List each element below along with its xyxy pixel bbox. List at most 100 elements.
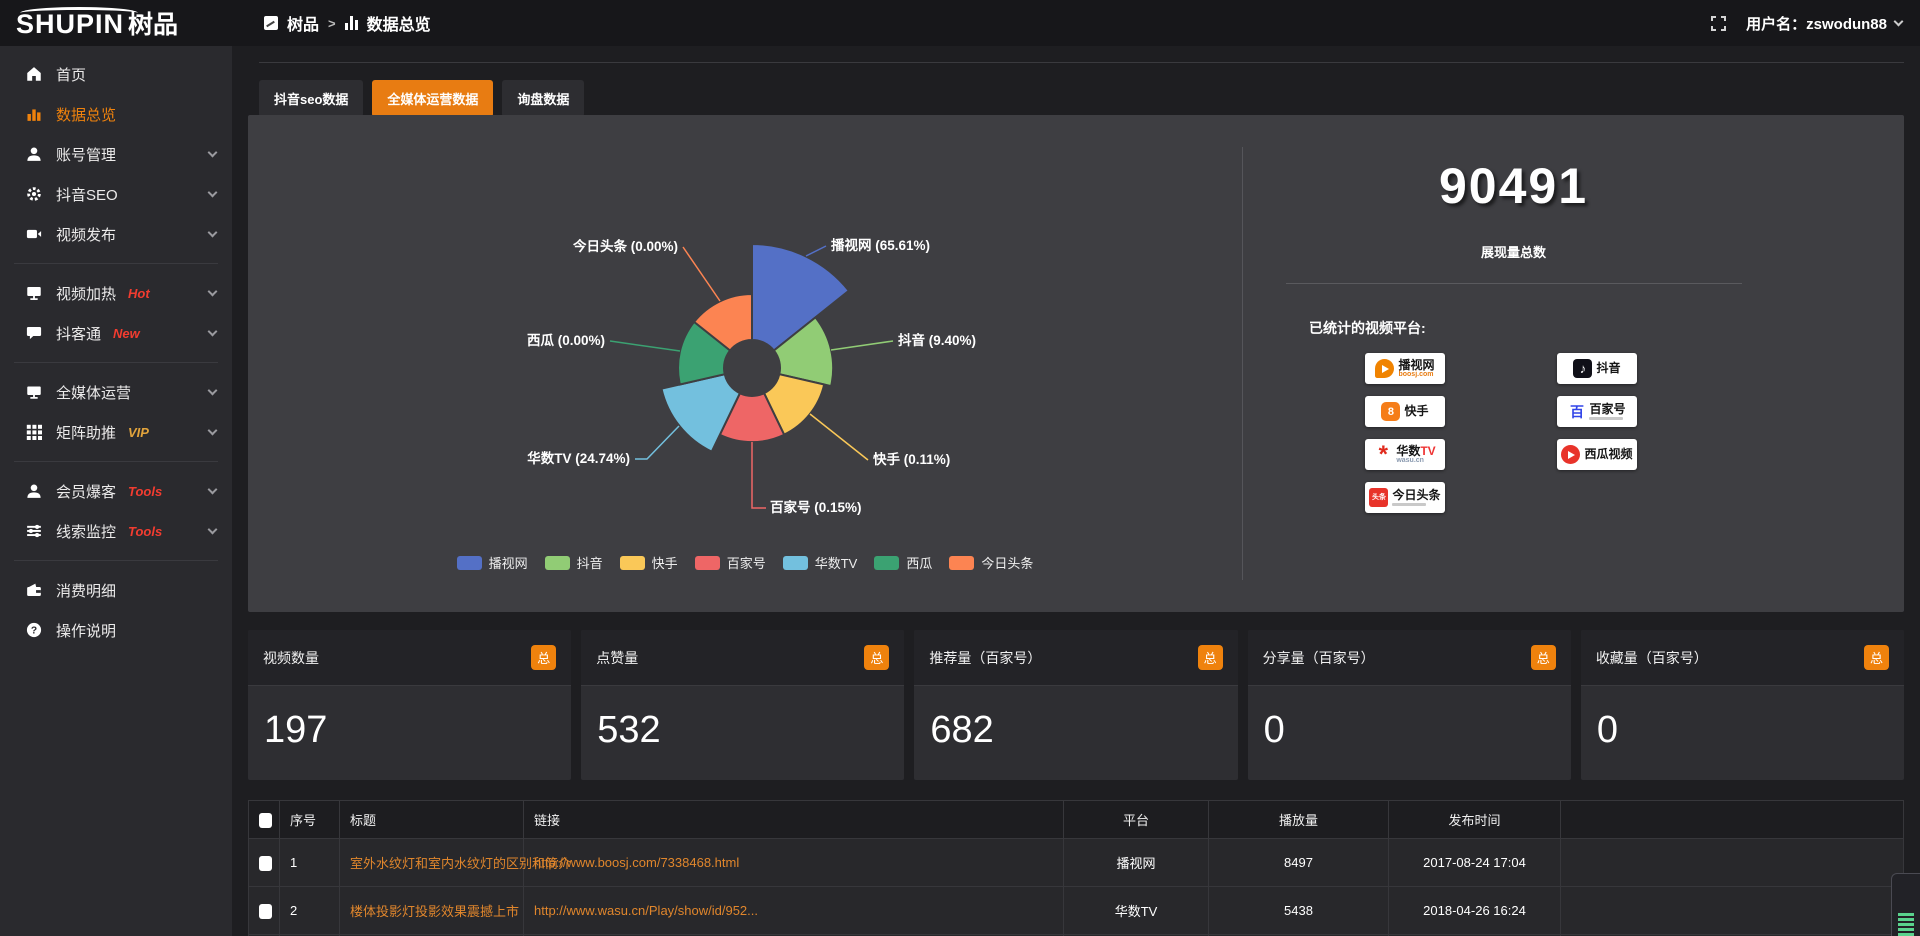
sidebar-item-label: 视频加热 (56, 283, 116, 304)
pie-label-line (831, 341, 893, 350)
platforms-block: 已统计的视频平台: 播视网boosj.com8快手*华数TVwasu.cn头条今… (1309, 318, 1784, 513)
video-table-wrap: 序号标题链接平台播放量发布时间 1室外水纹灯和室内水纹灯的区别和简介http:/… (248, 800, 1904, 936)
sidebar-item-7[interactable]: 抖客通New (0, 313, 232, 353)
tab-1[interactable]: 抖音seo数据 (259, 80, 363, 117)
stat-card-title: 分享量（百家号） (1263, 648, 1375, 668)
platform-badge-douyin: ♪ 抖音 (1557, 353, 1637, 384)
legend-label: 今日头条 (981, 553, 1033, 572)
sidebar-item-1[interactable]: 首页 (0, 54, 232, 94)
sidebar-item-11[interactable]: 线索监控Tools (0, 511, 232, 551)
baijiahao-logo-icon: 百 (1568, 402, 1585, 421)
row-checkbox[interactable] (259, 813, 272, 828)
total-badge: 总 (531, 645, 556, 670)
video-title-link[interactable]: 楼体投影灯投影效果震撼上市 (350, 904, 519, 919)
chevron-down-icon (208, 485, 218, 495)
pie-slice-5[interactable] (662, 374, 740, 452)
platform-subtext: boosj.com (1398, 371, 1434, 378)
screen-icon (26, 285, 42, 301)
logo-arc (20, 7, 138, 19)
breadcrumb-root[interactable]: 树品 (287, 11, 319, 35)
sidebar-badge: VIP (128, 425, 149, 440)
row-checkbox[interactable] (259, 856, 272, 871)
douyin-logo-icon: ♪ (1573, 359, 1592, 378)
sidebar-item-label: 线索监控 (56, 521, 116, 542)
platform-name: 播视网boosj.com (1398, 359, 1434, 379)
sidebar-item-12[interactable]: 消费明细 (0, 570, 232, 610)
legend-item-6[interactable]: 西瓜 (874, 553, 932, 572)
stat-card-5: 收藏量（百家号）总0 (1581, 630, 1904, 780)
sidebar-item-10[interactable]: 会员爆客 Tools (0, 471, 232, 511)
stat-card-value: 682 (914, 686, 1237, 752)
legend-marker (545, 556, 570, 570)
legend-marker (695, 556, 720, 570)
video-url-link[interactable]: http://www.wasu.cn/Play/show/id/952... (534, 903, 758, 918)
platform-subline (1589, 417, 1623, 420)
user-menu[interactable]: 用户名：zswodun88 (1746, 13, 1902, 34)
legend-item-4[interactable]: 百家号 (695, 553, 766, 572)
sidebar-item-4[interactable]: 抖音SEO (0, 174, 232, 214)
sidebar-item-3[interactable]: 账号管理 (0, 134, 232, 174)
filter-icon (26, 523, 42, 539)
platform-badge-toutiao: 头条今日头条 (1365, 482, 1445, 513)
sidebar-item-2[interactable]: 数据总览 (0, 94, 232, 134)
sidebar-badge: Tools (128, 484, 162, 499)
legend-item-3[interactable]: 快手 (620, 553, 678, 572)
pie-label: 今日头条 (0.00%) (573, 238, 678, 254)
sidebar-item-5[interactable]: 视频发布 (0, 214, 232, 254)
legend-item-1[interactable]: 播视网 (457, 553, 528, 572)
column-header: 平台 (1123, 813, 1149, 828)
tab-2[interactable]: 全媒体运营数据 (372, 80, 493, 117)
sidebar-item-8[interactable]: 全媒体运营 (0, 372, 232, 412)
sidebar-item-label: 操作说明 (56, 620, 116, 641)
chat-icon (26, 325, 42, 341)
stat-card-4: 分享量（百家号）总0 (1248, 630, 1571, 780)
chevron-down-icon (208, 525, 218, 535)
pie-label-line (683, 247, 720, 301)
sidebar-item-label: 抖客通 (56, 323, 101, 344)
legend-marker (620, 556, 645, 570)
stat-card-value: 532 (581, 686, 904, 752)
stat-card-title: 推荐量（百家号） (929, 648, 1041, 668)
cell-time: 2017-08-24 17:04 (1389, 839, 1561, 887)
table-row: 1室外水纹灯和室内水纹灯的区别和简介http://www.boosj.com/7… (249, 839, 1904, 887)
platform-name: 抖音 (1596, 362, 1620, 375)
legend-item-7[interactable]: 今日头条 (949, 553, 1033, 572)
video-url-link[interactable]: http://www.boosj.com/7338468.html (534, 855, 739, 870)
sidebar-item-9[interactable]: 矩阵助推VIP (0, 412, 232, 452)
sidebar-badge: Hot (128, 286, 150, 301)
sidebar-item-13[interactable]: ?操作说明 (0, 610, 232, 650)
cell-plays: 5438 (1209, 887, 1389, 935)
sidebar-divider (14, 461, 218, 462)
cell-no: 1 (280, 839, 340, 887)
stat-card-2: 点赞量总532 (581, 630, 904, 780)
stat-card-title: 点赞量 (596, 648, 638, 668)
xigua-logo-icon (1561, 445, 1580, 464)
sidebar-item-label: 首页 (56, 64, 86, 85)
chevron-down-icon (208, 287, 218, 297)
data-tabs: 抖音seo数据全媒体运营数据询盘数据 (259, 80, 584, 117)
top-bar: SHUPIN 树品 树品 > 数据总览 用户名：zswodun88 (0, 0, 1920, 46)
note-icon (264, 16, 278, 30)
column-header: 发布时间 (1448, 813, 1500, 828)
pie-label: 播视网 (65.61%) (831, 237, 930, 253)
legend-label: 西瓜 (906, 553, 932, 572)
platforms-title: 已统计的视频平台: (1309, 318, 1784, 338)
tab-3[interactable]: 询盘数据 (502, 80, 584, 117)
row-checkbox[interactable] (259, 904, 272, 919)
floating-service-widget[interactable] (1891, 873, 1920, 936)
app-logo: SHUPIN 树品 (0, 5, 232, 41)
platform-badge-boosj: 播视网boosj.com (1365, 353, 1445, 384)
sidebar-item-label: 会员爆客 (56, 481, 116, 502)
platform-subline (1392, 503, 1426, 506)
chevron-down-icon (208, 327, 218, 337)
platform-badge-wasu: *华数TVwasu.cn (1365, 439, 1445, 470)
legend-item-5[interactable]: 华数TV (783, 553, 858, 572)
platform-name: 快手 (1404, 405, 1428, 418)
stat-card-3: 推荐量（百家号）总682 (914, 630, 1237, 780)
chevron-down-icon (208, 386, 218, 396)
legend-label: 华数TV (815, 553, 858, 572)
legend-item-2[interactable]: 抖音 (545, 553, 603, 572)
platform-column: ♪抖音百百家号西瓜视频 (1557, 353, 1637, 513)
sidebar-item-6[interactable]: 视频加热 Hot (0, 273, 232, 313)
fullscreen-icon[interactable] (1711, 16, 1726, 31)
